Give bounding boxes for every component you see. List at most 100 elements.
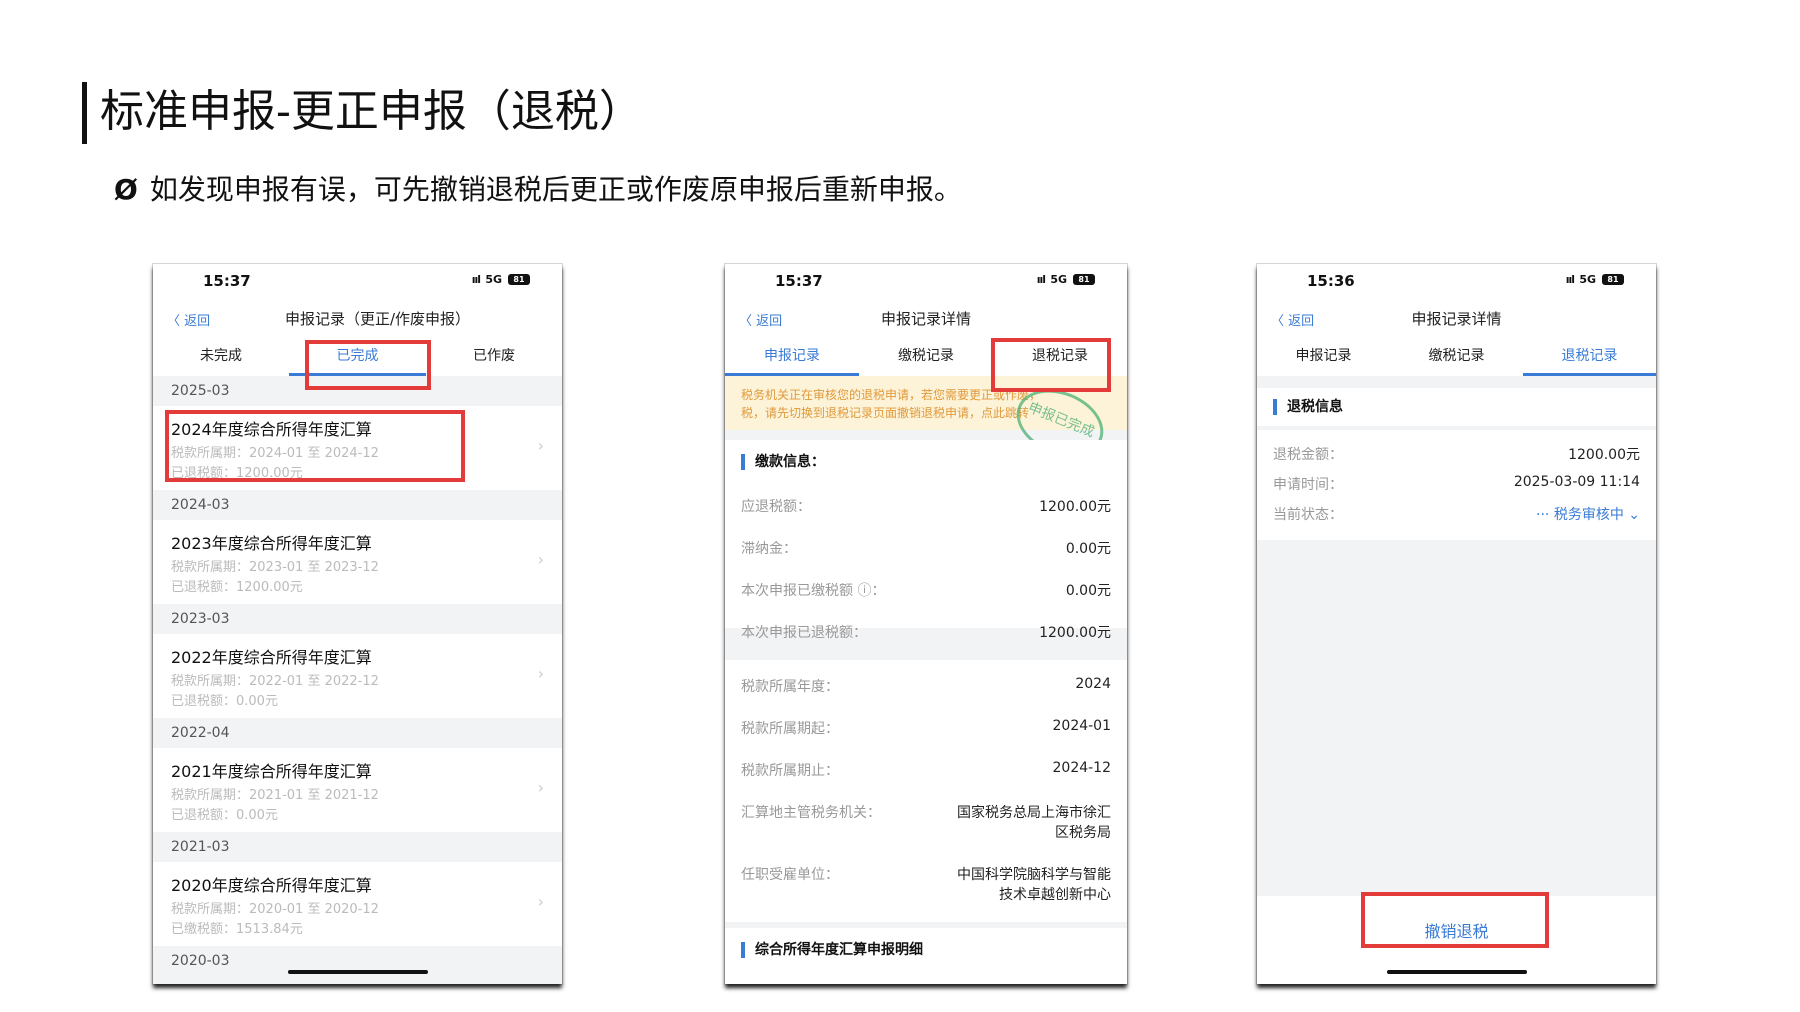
row-key: 任职受雇单位： [741,867,839,883]
home-indicator [1386,970,1527,974]
phone-refund-detail: 15:36 ııl 5G 81 〈 返回 申报记录详情 申报记录 缴税记录 退税… [1257,264,1656,984]
battery-icon: 81 [508,274,530,285]
chevron-right-icon: › [537,892,544,911]
slide-title: 标准申报-更正申报（退税） [100,86,643,137]
battery-icon: 81 [1602,274,1624,285]
highlight-completed-tab [305,340,431,390]
detail-section[interactable]: 综合所得年度汇算申报明细 [725,928,1127,984]
nav-title: 申报记录详情 [1411,310,1502,328]
row-value: 2025-03-09 11:14 [1513,474,1640,490]
row-key: 税款所属期止： [741,763,839,779]
status-bar: 15:36 ııl 5G 81 [1257,264,1656,300]
home-indicator [287,970,428,974]
status-time: 15:37 [203,272,251,290]
group-date: 2021-03 [153,832,562,862]
highlight-refund-tab [991,338,1111,392]
record-title: 2020年度综合所得年度汇算 [171,876,372,895]
status-bar: 15:37 ııl 5G 81 [153,264,562,300]
row-value: 1200.00元 [1568,447,1640,463]
group-date: 2024-03 [153,490,562,520]
chevron-right-icon: › [537,436,544,455]
network-label: 5G [485,273,502,286]
row-value: 1200.00元 [1039,499,1111,515]
status-dropdown[interactable]: ··· 税务审核中 ⌄ [1536,504,1640,524]
tab-refund-record[interactable]: 退税记录 [1523,336,1656,376]
row-key: 当前状态： [1273,507,1343,523]
network-label: 5G [1050,273,1067,286]
row-value: 2024 [1075,676,1111,692]
status-bar: 15:37 ııl 5G 81 [725,264,1127,300]
highlight-2024-record [165,410,465,482]
title-accent-bar [82,82,87,144]
row-value: 0.00元 [1065,541,1111,557]
row-value: 区税务局 [1055,825,1111,841]
row-key: 税款所属年度： [741,679,839,695]
slide-bullet: Ø 如发现申报有误，可先撤销退税后更正或作废原申报后重新申报。 [114,168,962,208]
tab-incomplete[interactable]: 未完成 [153,336,289,376]
row-value: 技术卓越创新中心 [999,887,1111,903]
status-time: 15:37 [775,272,823,290]
battery-icon: 81 [1073,274,1095,285]
tax-info-section: 税款所属年度： 2024 税款所属期起： 2024-01 税款所属期止： 202… [725,660,1127,922]
signal-icon: ııl [1036,273,1046,286]
group-date: 2022-04 [153,718,562,748]
row-key: 汇算地主管税务机关： [741,805,881,821]
payment-header: 缴款信息： [741,454,825,470]
record-period: 税款所属期：2020-01 至 2020-12 [171,902,379,917]
tab-declaration-record[interactable]: 申报记录 [1257,336,1390,376]
row-value: 2024-12 [1052,760,1112,776]
row-value: 中国科学院脑科学与智能 [957,867,1111,883]
row-key: 本次申报已缴税额 ⓘ： [741,583,886,599]
record-title: 2022年度综合所得年度汇算 [171,648,372,667]
record-item[interactable]: 2023年度综合所得年度汇算 税款所属期：2023-01 至 2023-12 已… [153,520,562,604]
record-period: 税款所属期：2023-01 至 2023-12 [171,560,379,575]
payment-section: 缴款信息： 应退税额： 1200.00元 滞纳金： 0.00元 本次申报已缴税额… [725,440,1127,641]
bullet-text: 如发现申报有误，可先撤销退税后更正或作废原申报后重新申报。 [149,173,962,206]
chevron-right-icon: › [537,664,544,683]
network-label: 5G [1579,273,1596,286]
refund-info-section: 退税金额： 1200.00元 申请时间： 2025-03-09 11:14 当前… [1257,430,1656,540]
group-date: 2023-03 [153,604,562,634]
row-value: 1200.00元 [1039,625,1111,641]
record-amount: 已退税额：1200.00元 [171,580,303,595]
record-amount: 已退税额：0.00元 [171,808,278,823]
refund-header-section: 退税信息 [1257,388,1656,426]
record-item[interactable]: 2022年度综合所得年度汇算 税款所属期：2022-01 至 2022-12 已… [153,634,562,718]
nav-title: 申报记录（更正/作废申报） [284,310,471,328]
highlight-cancel-button [1361,892,1549,948]
detail-header: 综合所得年度汇算申报明细 [741,942,923,958]
bullet-mark: Ø [114,173,138,206]
active-tab-indicator [1523,373,1656,376]
record-title: 2023年度综合所得年度汇算 [171,534,372,553]
record-title: 2021年度综合所得年度汇算 [171,762,372,781]
nav-bar: 〈 返回 申报记录详情 [1257,300,1656,336]
refund-header: 退税信息 [1273,399,1343,415]
tab-payment-record[interactable]: 缴税记录 [1390,336,1523,376]
status-time: 15:36 [1307,272,1355,290]
record-item[interactable]: 2021年度综合所得年度汇算 税款所属期：2021-01 至 2021-12 已… [153,748,562,832]
record-amount: 已缴税额：1513.84元 [171,922,303,937]
record-amount: 已退税额：0.00元 [171,694,278,709]
record-item[interactable]: 2020年度综合所得年度汇算 税款所属期：2020-01 至 2020-12 已… [153,862,562,946]
record-period: 税款所属期：2021-01 至 2021-12 [171,788,379,803]
tab-payment-record[interactable]: 缴税记录 [859,336,993,376]
row-key: 滞纳金： [741,541,797,557]
chevron-right-icon: › [537,778,544,797]
row-key: 退税金额： [1273,447,1343,463]
record-period: 税款所属期：2022-01 至 2022-12 [171,674,379,689]
signal-icon: ııl [471,273,481,286]
nav-title: 申报记录详情 [880,310,971,328]
row-value: 2024-01 [1052,718,1112,734]
tab-declaration-record[interactable]: 申报记录 [725,336,859,376]
row-key: 申请时间： [1273,477,1343,493]
signal-icon: ııl [1565,273,1575,286]
chevron-right-icon: › [537,550,544,569]
row-value: 0.00元 [1065,583,1111,599]
phone-record-detail: 15:37 ııl 5G 81 〈 返回 申报记录详情 申报记录 缴税记录 退税… [725,264,1127,984]
tab-voided[interactable]: 已作废 [426,336,562,376]
row-key: 本次申报已退税额： [741,625,867,641]
detail-tabs: 申报记录 缴税记录 退税记录 [1257,336,1656,376]
phone-records-list: 15:37 ııl 5G 81 〈 返回 申报记录（更正/作废申报） 未完成 已… [153,264,562,984]
nav-bar: 〈 返回 申报记录（更正/作废申报） [153,300,562,336]
nav-bar: 〈 返回 申报记录详情 [725,300,1127,336]
